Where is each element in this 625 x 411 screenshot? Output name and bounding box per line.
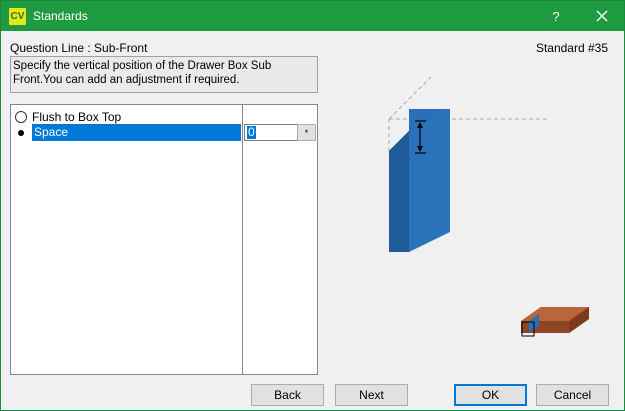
standard-number-label: Standard #35 xyxy=(535,41,608,55)
option-label: Space xyxy=(32,124,241,141)
space-value-input[interactable]: 0 xyxy=(244,124,298,141)
panel-face xyxy=(409,109,450,252)
back-button[interactable]: Back xyxy=(251,384,324,406)
close-icon xyxy=(596,10,608,22)
next-button[interactable]: Next xyxy=(335,384,408,406)
app-icon: CV xyxy=(9,8,26,25)
space-value-expand-button[interactable]: * xyxy=(297,124,316,141)
option-flush-to-box-top[interactable]: Flush to Box Top xyxy=(11,108,241,125)
option-label: Flush to Box Top xyxy=(32,109,122,124)
column-divider xyxy=(242,105,243,374)
close-button[interactable] xyxy=(579,1,625,31)
preview-illustration xyxy=(388,76,589,337)
radio-space[interactable] xyxy=(15,126,27,139)
space-value-text: 0 xyxy=(247,125,256,139)
standards-dialog: CV Standards ? Question Line : Sub-Front… xyxy=(0,0,625,411)
description-text: Specify the vertical position of the Dra… xyxy=(10,56,318,93)
question-line-label: Question Line : Sub-Front xyxy=(10,41,148,55)
window-title: Standards xyxy=(33,9,88,23)
radio-flush-to-box-top[interactable] xyxy=(15,110,27,123)
cancel-button[interactable]: Cancel xyxy=(536,384,609,406)
options-list: Flush to Box Top Space 0 * xyxy=(10,104,318,375)
panel-left xyxy=(389,131,409,252)
ok-button[interactable]: OK xyxy=(454,384,527,406)
help-button[interactable]: ? xyxy=(533,1,579,31)
title-bar[interactable]: CV Standards ? xyxy=(1,1,624,31)
option-space[interactable]: Space xyxy=(11,124,241,141)
